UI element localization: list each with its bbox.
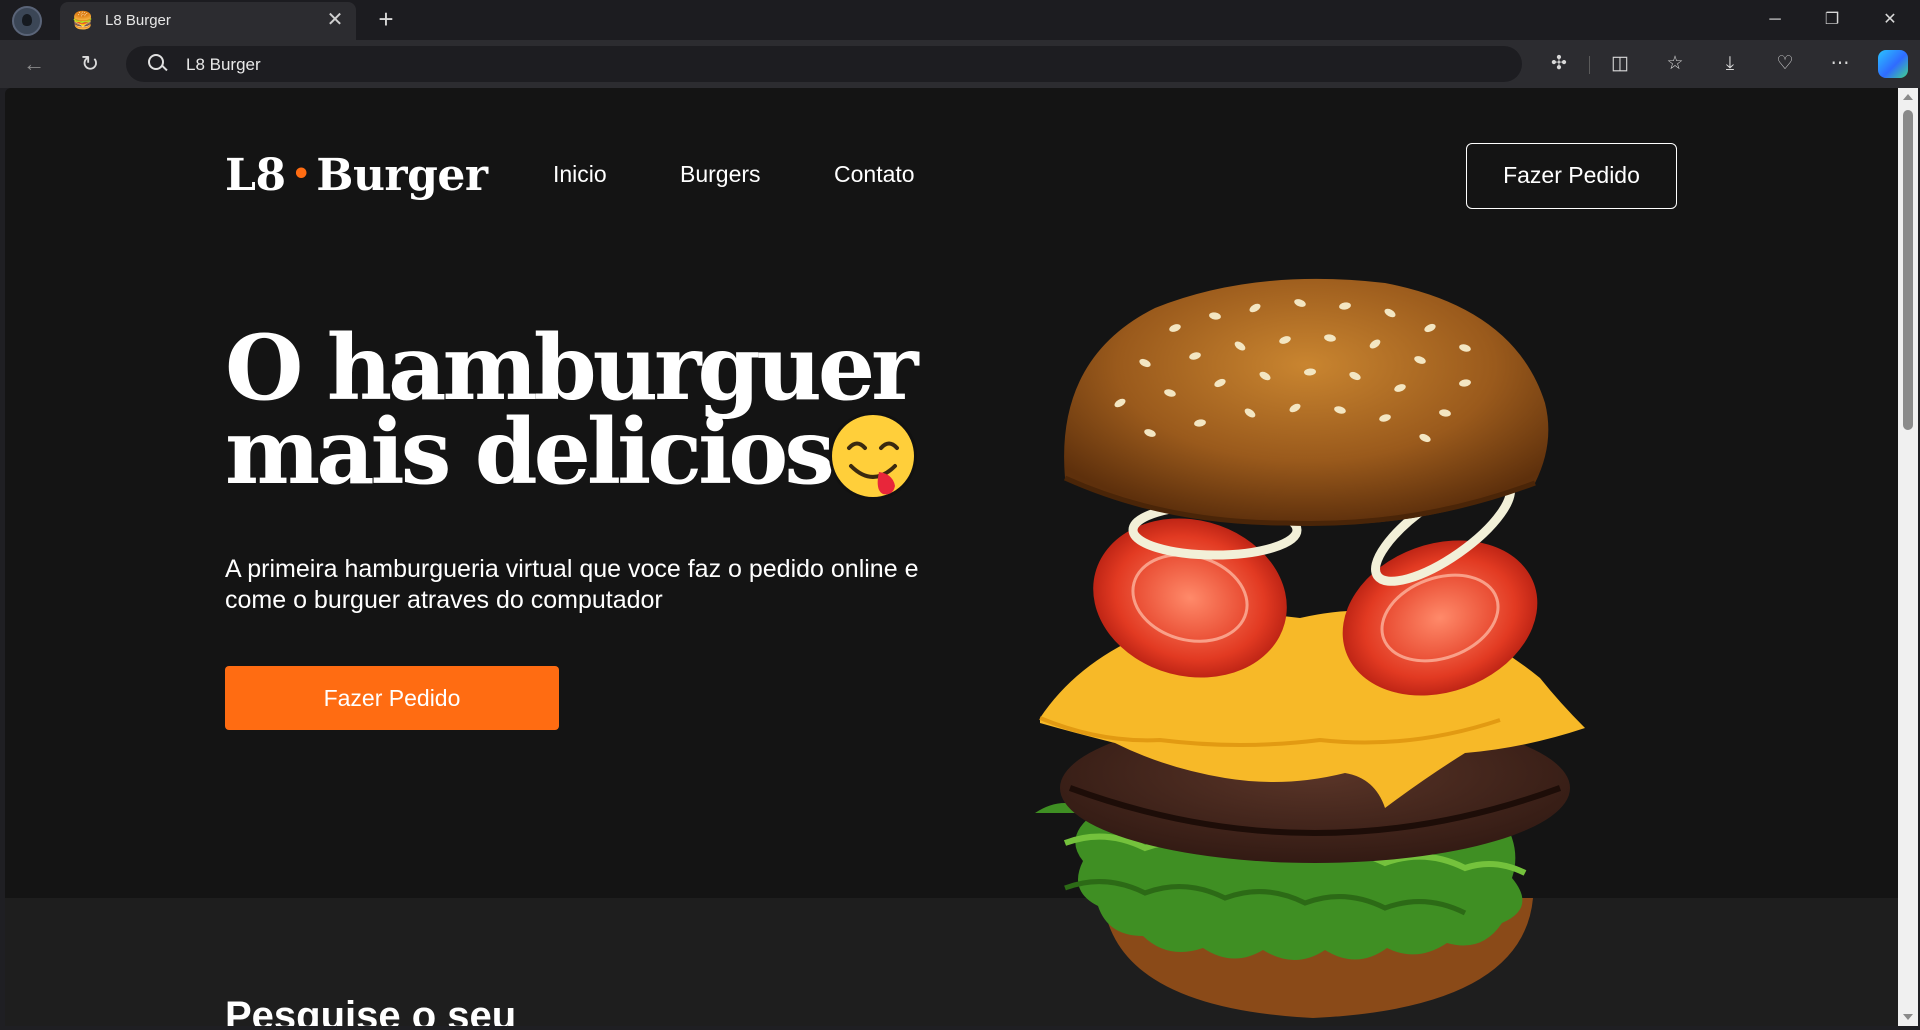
header-order-button[interactable]: Fazer Pedido [1466,143,1677,209]
hero-title: O hamburguer mais delicioso. [225,323,919,497]
new-tab-button[interactable]: + [372,5,400,33]
scrollbar-thumb[interactable] [1903,110,1913,430]
yum-face-emoji-icon [829,412,917,500]
tab-bar: 🍔 L8 Burger ✕ + ─ ❐ ✕ [0,0,1920,40]
hero-title-line2: mais delicioso. [225,399,917,505]
split-screen-icon[interactable]: ◫ [1605,50,1635,78]
minimize-button[interactable]: ─ [1755,4,1795,36]
logo-text-right: Burger [316,150,488,201]
extensions-icon[interactable]: ✣ [1544,50,1574,78]
downloads-icon[interactable]: ⤓ [1715,50,1745,78]
refresh-icon[interactable]: ↻ [76,50,104,78]
scroll-down-arrow-icon[interactable] [1903,1014,1913,1020]
nav-link-contato[interactable]: Contato [834,161,915,188]
hero-order-button[interactable]: Fazer Pedido [225,666,559,730]
address-bar[interactable]: L8 Burger [126,46,1522,82]
more-icon[interactable]: ⋯ [1825,50,1855,78]
tab-close-icon[interactable]: ✕ [324,9,346,31]
page-viewport: L8 • Burger Inicio Burgers Contato Fazer P… [5,88,1898,1026]
scroll-up-arrow-icon[interactable] [1903,94,1913,100]
site-logo[interactable]: L8 • Burger [225,150,488,201]
hero-description: A primeira hamburgueria virtual que voce… [225,555,919,614]
page-scrollbar[interactable] [1898,88,1918,1026]
browser-tab[interactable]: 🍔 L8 Burger ✕ [60,2,356,40]
close-window-button[interactable]: ✕ [1870,4,1910,36]
tab-title: L8 Burger [105,12,171,29]
burger-image [1035,278,1585,1018]
address-text: L8 Burger [186,55,261,74]
search-section-heading: Pesquise o seu [225,994,517,1026]
nav-link-inicio[interactable]: Inicio [553,161,607,188]
burger-favicon-icon: 🍔 [72,11,94,30]
toolbar-divider [1589,56,1590,74]
logo-dot: • [291,157,311,192]
browser-toolbar: ← ↻ L8 Burger ✣ ◫ ☆ ⤓ ♡ ⋯ [0,40,1920,88]
browser-essentials-icon[interactable]: ♡ [1770,50,1800,78]
nav-link-burgers[interactable]: Burgers [680,161,761,188]
favorites-icon[interactable]: ☆ [1660,50,1690,78]
logo-text-left: L8 [225,150,286,201]
back-arrow-icon[interactable]: ← [20,50,48,78]
profile-avatar[interactable] [12,6,42,36]
restore-button[interactable]: ❐ [1812,4,1852,36]
search-icon [146,52,170,76]
copilot-icon[interactable] [1878,50,1908,78]
